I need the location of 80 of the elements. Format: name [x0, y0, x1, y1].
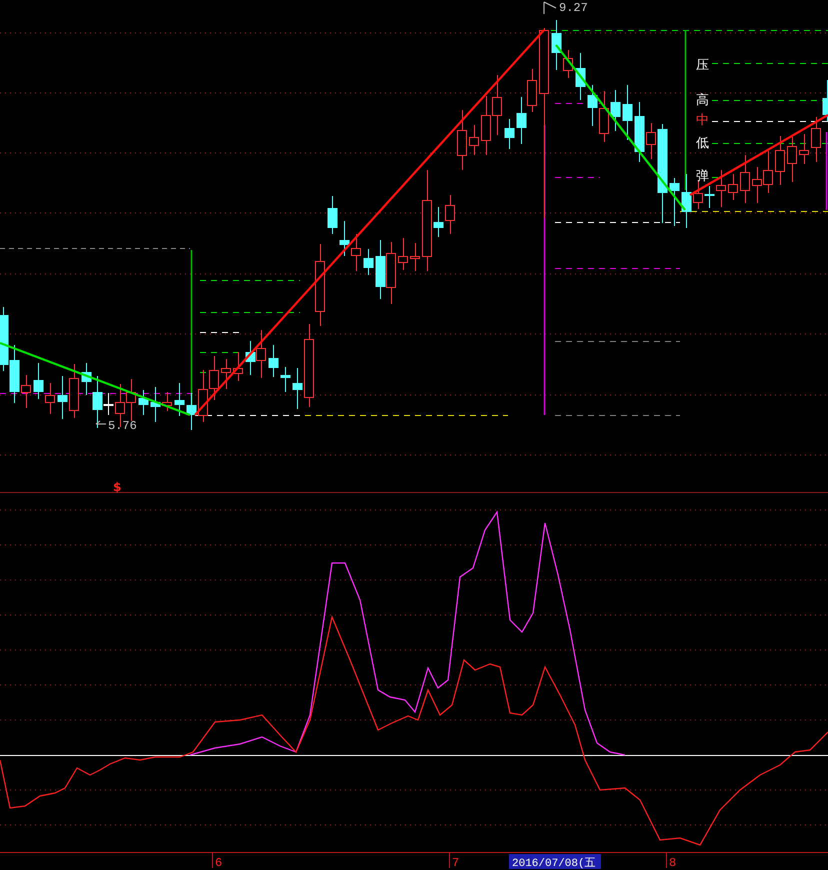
time-tick-label: 8 — [669, 856, 676, 870]
candlestick — [763, 150, 773, 194]
candlestick — [280, 366, 290, 392]
candlestick — [504, 118, 514, 150]
candlestick — [822, 80, 828, 122]
candlestick — [610, 90, 620, 132]
candlestick — [588, 84, 598, 126]
candlestick — [376, 240, 386, 300]
candlestick — [693, 180, 703, 210]
candlestick — [340, 220, 350, 256]
pointer-icon — [96, 420, 106, 424]
level-label: 高 — [696, 93, 709, 108]
candlestick — [246, 340, 256, 376]
candlestick — [45, 382, 55, 414]
time-tick-label: 6 — [215, 856, 222, 870]
level-line — [200, 352, 240, 353]
candlestick — [775, 136, 785, 186]
candlestick — [21, 374, 31, 408]
candlestick — [233, 352, 243, 382]
candlestick — [576, 52, 586, 100]
candlestick — [445, 194, 455, 234]
candlestick — [728, 174, 738, 200]
candlestick — [386, 242, 396, 304]
candlestick — [174, 382, 184, 416]
candlestick — [752, 166, 762, 204]
candlestick — [516, 96, 526, 144]
candlestick — [799, 134, 809, 164]
level-line — [200, 332, 240, 333]
candlestick — [599, 90, 609, 142]
level-label: 低 — [696, 136, 709, 151]
candlestick — [398, 238, 408, 270]
candlestick — [198, 370, 208, 422]
candlestick — [351, 234, 361, 272]
candlestick — [716, 170, 726, 208]
candlestick — [69, 364, 79, 418]
candlestick — [209, 356, 219, 400]
candlestick — [256, 330, 266, 378]
cursor-date-label: 2016/07/08(五 — [509, 854, 601, 870]
candlestick — [268, 344, 278, 378]
candlestick — [126, 378, 136, 422]
candlestick — [457, 110, 467, 170]
candlestick — [527, 68, 537, 112]
candlestick — [622, 84, 632, 140]
level-line — [554, 177, 600, 178]
candlestick — [811, 116, 821, 162]
level-label: 压 — [696, 58, 709, 73]
candlestick — [492, 74, 502, 136]
candlestick — [787, 136, 797, 182]
level-line — [554, 103, 600, 104]
candlestick — [221, 358, 231, 390]
candlestick — [162, 392, 172, 412]
candlestick — [0, 306, 8, 372]
low-price-label: 5.76 — [108, 419, 137, 433]
candlestick — [292, 368, 302, 410]
candlestick — [740, 154, 750, 204]
candlestick — [634, 102, 644, 162]
candlestick — [138, 390, 148, 416]
candlestick — [34, 362, 44, 400]
pointer-icon — [544, 2, 556, 14]
level-label: 中 — [696, 113, 709, 128]
candlestick — [646, 122, 656, 160]
candlestick — [434, 206, 444, 238]
candlestick — [469, 124, 479, 156]
candlestick — [481, 96, 491, 156]
candlestick — [10, 344, 20, 404]
candlestick — [670, 178, 680, 226]
high-price-label: 9.27 — [559, 1, 588, 15]
candlestick — [364, 248, 374, 276]
candlestick — [704, 186, 714, 208]
candlestick — [410, 242, 420, 272]
candlestick — [328, 196, 338, 234]
candlestick — [682, 174, 692, 228]
candlestick — [186, 392, 196, 430]
candlestick — [552, 20, 562, 70]
level-label: 弹 — [696, 169, 709, 184]
candlestick — [563, 50, 573, 78]
signal-marker: $ — [113, 480, 122, 494]
time-tick-label: 7 — [452, 856, 460, 870]
candlestick — [58, 376, 68, 420]
candlestick — [150, 386, 160, 422]
